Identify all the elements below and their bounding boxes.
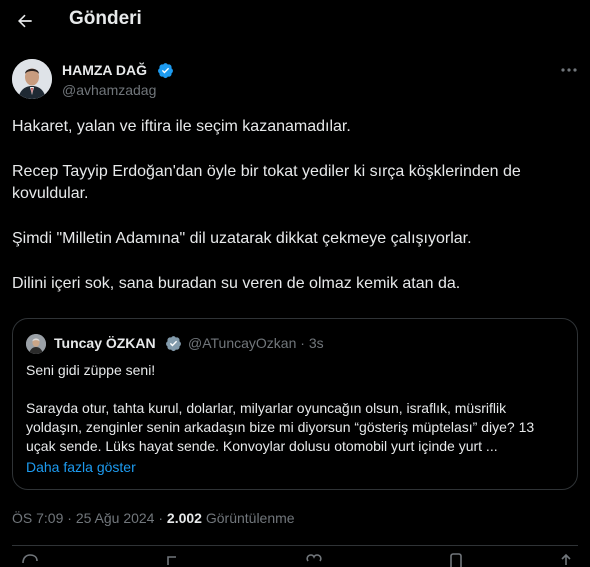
quoted-tweet[interactable]: Tuncay ÖZKAN @ATuncayOzkan · 3s Seni gid… <box>12 318 578 490</box>
reply-icon[interactable] <box>20 553 40 567</box>
quote-paragraph: Sarayda otur, tahta kurul, dolarlar, mil… <box>26 400 535 454</box>
tweet-time[interactable]: ÖS 7:09 <box>12 510 63 526</box>
quote-author-meta: @ATuncayOzkan · 3s <box>188 335 324 351</box>
verified-badge-icon <box>158 63 173 79</box>
share-icon[interactable] <box>556 553 576 567</box>
separator-dot: · <box>300 335 305 351</box>
tweet-text: Hakaret, yalan ve iftira ile seçim kazan… <box>12 116 572 318</box>
views-count: 2.002 <box>166 510 202 526</box>
like-icon[interactable] <box>304 553 324 567</box>
bookmark-icon[interactable] <box>446 553 466 567</box>
more-horizontal-icon <box>561 68 577 72</box>
quote-author-handle: @ATuncayOzkan <box>188 335 297 351</box>
top-bar: Gönderi <box>0 0 590 42</box>
tweet-paragraph: Şimdi "Milletin Adamına" dil uzatarak di… <box>12 230 472 247</box>
separator-dot: · <box>158 510 164 526</box>
tweet-paragraph: Dilini içeri sok, sana buradan su veren … <box>12 275 461 292</box>
quote-text: Seni gidi züppe seni! Sarayda otur, taht… <box>26 361 566 475</box>
page-title: Gönderi <box>69 8 142 29</box>
back-button[interactable] <box>12 8 38 34</box>
repost-icon[interactable] <box>164 553 184 567</box>
divider <box>12 545 578 546</box>
show-more-link[interactable]: Daha fazla göster <box>26 459 136 475</box>
author-handle[interactable]: @avhamzadag <box>62 82 156 98</box>
tweet-meta: ÖS 7:09 · 25 Ağu 2024 · 2.002 Görüntülen… <box>12 510 295 526</box>
views-label: Görüntülenme <box>205 510 295 526</box>
avatar-image <box>26 334 46 354</box>
quote-author-avatar <box>26 334 46 354</box>
tweet-paragraph: Hakaret, yalan ve iftira ile seçim kazan… <box>12 118 351 135</box>
author-name[interactable]: HAMZA DAĞ <box>62 62 147 78</box>
quote-time: 3s <box>308 335 324 351</box>
author-avatar[interactable] <box>12 59 52 99</box>
verified-badge-icon <box>166 336 181 352</box>
tweet-date[interactable]: 25 Ağu 2024 <box>76 510 155 526</box>
avatar-image <box>12 59 52 99</box>
more-options-button[interactable] <box>556 60 582 80</box>
quote-author-name: Tuncay ÖZKAN <box>54 335 156 351</box>
arrow-left-icon <box>18 14 32 28</box>
quote-paragraph: Seni gidi züppe seni! <box>26 362 156 378</box>
separator-dot: · <box>67 510 72 526</box>
tweet-paragraph: Recep Tayyip Erdoğan'dan öyle bir tokat … <box>12 163 521 202</box>
